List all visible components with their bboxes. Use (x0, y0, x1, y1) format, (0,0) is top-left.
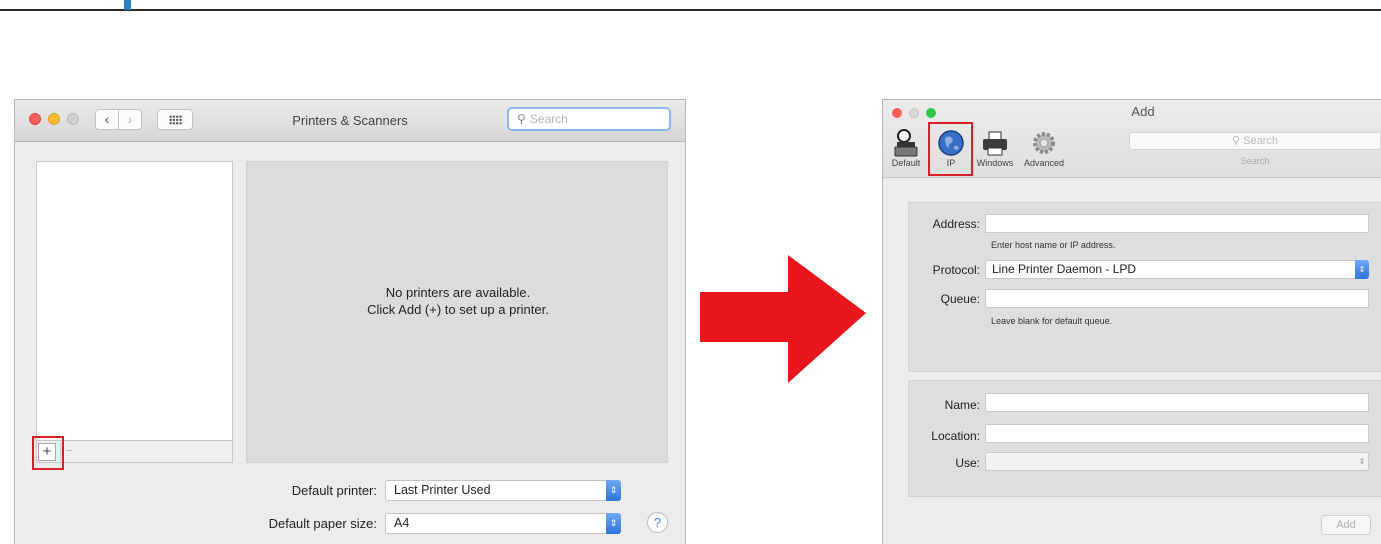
empty-state-message: No printers are available. Click Add (+)… (247, 284, 669, 318)
paper-size-label: Default paper size: (268, 516, 377, 531)
printer-icon (983, 131, 1007, 156)
search-placeholder: Search (1243, 135, 1278, 147)
empty-message-line1: No printers are available. (385, 285, 531, 300)
ip-tab-highlight (928, 122, 973, 176)
toolbar-advanced[interactable]: Advanced (1019, 128, 1069, 168)
location-field[interactable] (985, 424, 1369, 443)
use-label: Use: (955, 456, 980, 470)
search-label: Search (1240, 156, 1270, 166)
search-icon: ⚲ (517, 112, 526, 126)
toolbar: Add Default IP Windows Advanced ⚲ Search… (883, 100, 1381, 178)
toolbar-advanced-label: Advanced (1023, 158, 1065, 168)
printer-detail-pane: No printers are available. Click Add (+)… (246, 161, 668, 463)
empty-message-line2: Click Add (+) to set up a printer. (367, 302, 549, 317)
top-accent-mark (124, 0, 131, 10)
back-button[interactable]: ‹ (95, 109, 119, 130)
close-button[interactable] (29, 113, 41, 125)
gear-icon (1033, 132, 1055, 154)
queue-label: Queue: (940, 292, 980, 306)
printers-scanners-window: ‹ › Printers & Scanners ⚲ Search + − No p… (14, 99, 686, 544)
chevron-updown-icon: ⇕ (1358, 457, 1366, 466)
queue-field[interactable] (985, 289, 1369, 308)
close-button[interactable] (892, 108, 902, 118)
default-printer-select[interactable]: Last Printer Used ⇕ (385, 480, 621, 501)
paper-size-select[interactable]: A4 ⇕ (385, 513, 621, 534)
title-bar: ‹ › Printers & Scanners ⚲ Search (15, 100, 685, 142)
toolbar-default[interactable]: Default (889, 128, 923, 168)
minimize-button[interactable] (909, 108, 919, 118)
toolbar-windows[interactable]: Windows (975, 128, 1015, 168)
chevron-updown-icon: ⇕ (606, 513, 621, 534)
address-field[interactable] (985, 214, 1369, 233)
toolbar-windows-label: Windows (976, 158, 1014, 168)
name-field[interactable] (985, 393, 1369, 412)
chevron-updown-icon: ⇕ (1355, 260, 1369, 279)
queue-hint: Leave blank for default queue. (991, 316, 1113, 326)
search-input[interactable]: ⚲ Search (1129, 132, 1381, 150)
zoom-button[interactable] (926, 108, 936, 118)
top-divider (0, 9, 1381, 11)
address-hint: Enter host name or IP address. (991, 240, 1116, 250)
address-label: Address: (932, 217, 980, 231)
show-all-button[interactable] (157, 109, 193, 130)
toolbar-default-label: Default (891, 158, 921, 168)
grid-icon (169, 115, 182, 125)
add-button[interactable]: Add (1321, 515, 1371, 535)
location-label: Location: (931, 429, 980, 443)
search-icon: ⚲ (1232, 135, 1241, 147)
zoom-button[interactable] (67, 113, 79, 125)
default-printer-value: Last Printer Used (394, 483, 491, 497)
protocol-select[interactable]: Line Printer Daemon - LPD ⇕ (985, 260, 1369, 279)
forward-button[interactable]: › (118, 109, 142, 130)
search-input[interactable]: ⚲ Search (507, 107, 671, 131)
window-title: Printers & Scanners (292, 113, 408, 128)
default-printer-icon (894, 129, 918, 157)
protocol-value: Line Printer Daemon - LPD (992, 262, 1137, 276)
arrow-right-icon (700, 255, 866, 383)
chevron-updown-icon: ⇕ (606, 480, 621, 501)
window-title: Add (1131, 104, 1155, 119)
printer-list[interactable] (36, 161, 233, 463)
use-select[interactable]: ⇕ (985, 452, 1369, 471)
search-placeholder: Search (529, 112, 568, 126)
remove-printer-button[interactable]: − (60, 443, 78, 461)
minimize-button[interactable] (48, 113, 60, 125)
paper-size-value: A4 (394, 516, 410, 530)
default-printer-label: Default printer: (291, 483, 377, 498)
protocol-label: Protocol: (932, 263, 980, 277)
add-printer-window: Add Default IP Windows Advanced ⚲ Search… (882, 99, 1381, 544)
help-button[interactable]: ? (647, 512, 668, 533)
name-label: Name: (944, 398, 980, 412)
page: ‹ › Printers & Scanners ⚲ Search + − No p… (0, 0, 1381, 544)
